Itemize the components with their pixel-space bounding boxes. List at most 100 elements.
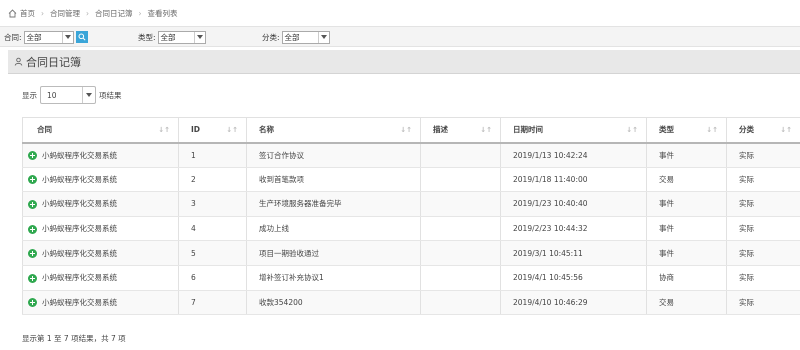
- panel-header: 合同日记簿: [8, 50, 800, 74]
- sort-icon: ↓↑: [706, 126, 718, 134]
- table-row[interactable]: 小蚂蚁程序化交易系统 4 成功上线 2019/2/23 10:44:32 事件 …: [22, 216, 800, 242]
- table-row[interactable]: 小蚂蚁程序化交易系统 5 项目一期验收通过 2019/3/1 10:45:11 …: [22, 240, 800, 266]
- column-header-id[interactable]: ID ↓↑: [178, 117, 247, 144]
- table-info: 显示第 1 至 7 项结果，共 7 项: [22, 334, 126, 343]
- search-icon: [78, 33, 86, 41]
- cell-type: 事件: [646, 240, 727, 266]
- type-filter: 类型: 全部: [138, 30, 206, 44]
- column-header-description[interactable]: 描述 ↓↑: [420, 117, 501, 144]
- category-select[interactable]: 全部: [281, 30, 330, 44]
- home-icon: [8, 8, 17, 18]
- sort-icon: ↓↑: [226, 126, 238, 134]
- contract-filter: 合同: 全部: [4, 30, 88, 44]
- cell-description: [420, 142, 501, 168]
- category-filter-label: 分类:: [262, 32, 280, 42]
- chevron-down-icon: [317, 31, 329, 43]
- column-header-category[interactable]: 分类 ↓↑: [726, 117, 800, 144]
- sort-icon: ↓↑: [626, 126, 638, 134]
- cell-datetime: 2019/4/1 10:45:56: [500, 265, 647, 291]
- cell-description: [420, 191, 501, 217]
- table-row[interactable]: 小蚂蚁程序化交易系统 2 收到首笔款项 2019/1/18 11:40:00 交…: [22, 167, 800, 193]
- category-select-value: 全部: [284, 32, 300, 42]
- cell-description: [420, 167, 501, 193]
- plus-circle-icon[interactable]: [28, 273, 37, 283]
- cell-id: 2: [178, 167, 247, 193]
- type-select-value: 全部: [160, 32, 176, 42]
- page-title: 合同日记簿: [26, 55, 81, 69]
- cell-datetime: 2019/4/10 10:46:29: [500, 290, 647, 316]
- column-header-datetime[interactable]: 日期时间 ↓↑: [500, 117, 647, 144]
- user-icon: [14, 57, 23, 66]
- chevron-down-icon: [82, 87, 95, 103]
- plus-circle-icon[interactable]: [28, 249, 37, 259]
- table-row[interactable]: 小蚂蚁程序化交易系统 3 生产环境服务器准备完毕 2019/1/23 10:40…: [22, 191, 800, 217]
- sort-icon: ↓↑: [400, 126, 412, 134]
- breadcrumb-contract-diary[interactable]: 合同日记簿: [95, 8, 133, 19]
- cell-contract: 小蚂蚁程序化交易系统: [22, 216, 179, 242]
- cell-contract: 小蚂蚁程序化交易系统: [22, 240, 179, 266]
- column-header-type[interactable]: 类型 ↓↑: [646, 117, 727, 144]
- cell-type: 交易: [646, 167, 727, 193]
- search-button[interactable]: [75, 31, 88, 43]
- cell-id: 5: [178, 240, 247, 266]
- table-header-row: 合同 ↓↑ ID ↓↑ 名称 ↓↑ 描述 ↓↑ 日期时间 ↓↑ 类型 ↓↑ 分类 ↓↑: [22, 117, 800, 144]
- contract-diary-table: 合同 ↓↑ ID ↓↑ 名称 ↓↑ 描述 ↓↑ 日期时间 ↓↑ 类型 ↓↑ 分类 ↓↑ 小蚂蚁…: [22, 117, 800, 316]
- cell-name: 收款354200: [246, 290, 421, 316]
- cell-name: 成功上线: [246, 216, 421, 242]
- plus-circle-icon[interactable]: [28, 175, 37, 185]
- breadcrumb-contract-management[interactable]: 合同管理: [50, 8, 80, 19]
- chevron-down-icon: [193, 31, 205, 43]
- contract-select[interactable]: 全部: [23, 30, 74, 44]
- table-row[interactable]: 小蚂蚁程序化交易系统 6 增补签订补充协议1 2019/4/1 10:45:56…: [22, 265, 800, 291]
- cell-datetime: 2019/2/23 10:44:32: [500, 216, 647, 242]
- plus-circle-icon[interactable]: [28, 298, 37, 308]
- table-row[interactable]: 小蚂蚁程序化交易系统 7 收款354200 2019/4/10 10:46:29…: [22, 290, 800, 316]
- cell-id: 3: [178, 191, 247, 217]
- breadcrumb-home[interactable]: 首页: [20, 8, 35, 19]
- filter-bar: 合同: 全部 类型: 全部 分类: 全部: [0, 26, 800, 47]
- cell-description: [420, 290, 501, 316]
- contract-select-value: 全部: [26, 32, 42, 42]
- cell-name: 签订合作协议: [246, 142, 421, 168]
- plus-circle-icon[interactable]: [28, 151, 37, 161]
- cell-category: 实际: [726, 191, 800, 217]
- page-length-value: 10: [47, 90, 57, 100]
- cell-datetime: 2019/1/23 10:40:40: [500, 191, 647, 217]
- cell-category: 实际: [726, 265, 800, 291]
- sort-icon: ↓↑: [158, 126, 170, 134]
- cell-datetime: 2019/1/18 11:40:00: [500, 167, 647, 193]
- breadcrumb-separator: ›: [41, 8, 44, 18]
- type-filter-label: 类型:: [138, 32, 156, 42]
- cell-type: 交易: [646, 290, 727, 316]
- cell-category: 实际: [726, 167, 800, 193]
- column-header-contract[interactable]: 合同 ↓↑: [22, 117, 179, 144]
- type-select[interactable]: 全部: [157, 30, 206, 44]
- cell-type: 事件: [646, 142, 727, 168]
- cell-description: [420, 240, 501, 266]
- page-length-select[interactable]: 10: [40, 86, 96, 104]
- cell-contract: 小蚂蚁程序化交易系统: [22, 290, 179, 316]
- cell-description: [420, 216, 501, 242]
- breadcrumb-separator: ›: [86, 8, 89, 18]
- cell-name: 收到首笔款项: [246, 167, 421, 193]
- cell-category: 实际: [726, 142, 800, 168]
- cell-id: 7: [178, 290, 247, 316]
- cell-contract: 小蚂蚁程序化交易系统: [22, 191, 179, 217]
- breadcrumb-separator: ›: [138, 8, 142, 18]
- cell-name: 生产环境服务器准备完毕: [246, 191, 421, 217]
- cell-category: 实际: [726, 216, 800, 242]
- column-header-name[interactable]: 名称 ↓↑: [246, 117, 421, 144]
- cell-id: 1: [178, 142, 247, 168]
- cell-type: 事件: [646, 216, 727, 242]
- plus-circle-icon[interactable]: [28, 199, 37, 209]
- page-length-prefix: 显示: [22, 90, 37, 100]
- table-row[interactable]: 小蚂蚁程序化交易系统 1 签订合作协议 2019/1/13 10:42:24 事…: [22, 142, 800, 168]
- cell-id: 6: [178, 265, 247, 291]
- page-length-suffix: 项结果: [99, 90, 122, 100]
- sort-icon: ↓↑: [480, 126, 492, 134]
- plus-circle-icon[interactable]: [28, 224, 37, 234]
- cell-description: [420, 265, 501, 291]
- chevron-down-icon: [61, 31, 73, 43]
- breadcrumb-current: 查看列表: [147, 8, 178, 18]
- cell-datetime: 2019/3/1 10:45:11: [500, 240, 647, 266]
